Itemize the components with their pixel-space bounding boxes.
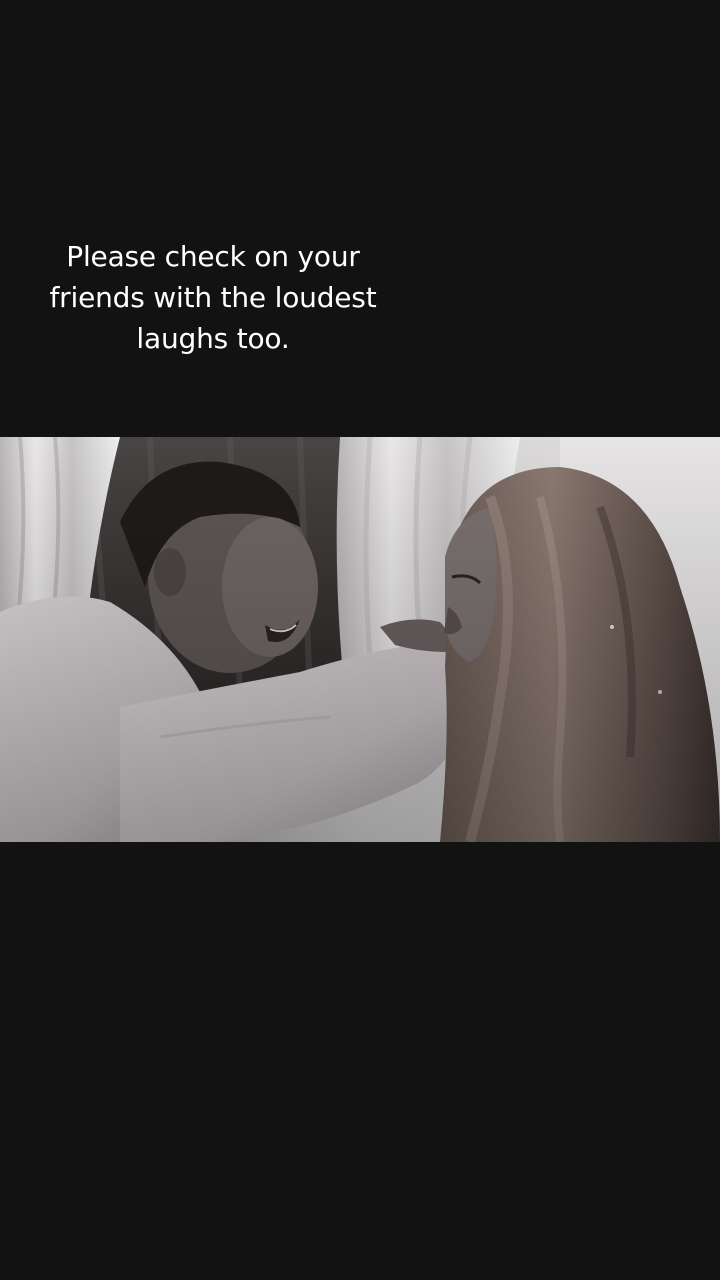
video-post-screen: Please check on your friends with the lo… bbox=[0, 0, 720, 1280]
video-frame[interactable] bbox=[0, 437, 720, 842]
caption-text: Please check on your friends with the lo… bbox=[49, 240, 377, 355]
video-still bbox=[0, 437, 720, 842]
